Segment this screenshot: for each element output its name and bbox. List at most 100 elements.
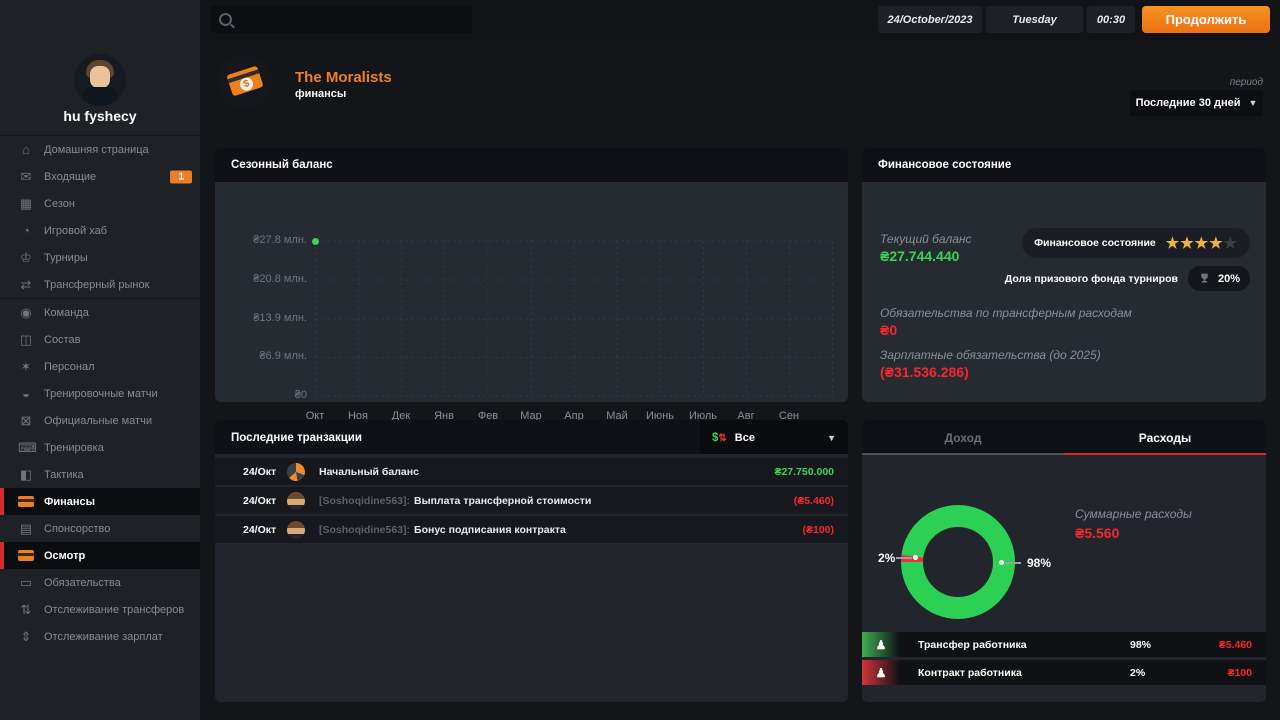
sidebar-item-label: Официальные матчи (44, 415, 152, 427)
transaction-actor: [Soshoqidine563]: (319, 495, 410, 507)
period-label: период (1063, 77, 1263, 88)
season-balance-panel: Сезонный баланс ₴27.8 млн. ₴20.8 млн. ₴1… (215, 148, 848, 402)
balance-data-point (312, 238, 319, 245)
time-text: 00:30 (1097, 14, 1125, 26)
transfer-obligations-label: Обязательства по трансферным расходам (880, 306, 1132, 320)
credit-card-icon: $ (226, 66, 263, 97)
player-avatar-icon (287, 521, 305, 539)
inbox-icon: ✉ (18, 169, 34, 185)
transfer-market-icon: ⇄ (18, 277, 34, 293)
sidebar-item-training[interactable]: ⌨Тренировка (0, 434, 200, 461)
transaction-text: Бонус подписания контракта (414, 524, 566, 536)
donut-connector-dot (913, 555, 918, 560)
finance-card-icon (18, 496, 34, 507)
time-box: 00:30 (1087, 6, 1135, 33)
period-dropdown[interactable]: Последние 30 дней ▼ (1130, 90, 1263, 116)
sidebar-item-official-matches[interactable]: ⊠ Официальные матчи (0, 407, 200, 434)
sidebar-item-season[interactable]: ▦Сезон (0, 190, 200, 217)
period-value: Последние 30 дней (1136, 97, 1241, 109)
sidebar-item-label: Спонсорство (44, 523, 110, 535)
sidebar-item-label: Команда (44, 307, 89, 319)
sidebar-item-transfer-tracking[interactable]: ⇅ Отслеживание трансферов (0, 596, 200, 623)
inbox-badge: 1 (170, 170, 192, 183)
financial-state-body: Текущий баланс ₴27.744.440 Финансовое со… (862, 182, 1266, 402)
star-icon: ★★★★ (1166, 235, 1224, 252)
sidebar-item-label: Состав (44, 334, 80, 346)
sidebar-item-inbox[interactable]: ✉Входящие1 (0, 163, 200, 190)
transaction-date: 24/Окт (243, 524, 287, 536)
tab-label: Расходы (1139, 431, 1191, 445)
continue-label: Продолжить (1166, 12, 1247, 27)
game-hub-icon: ◔ (18, 223, 34, 238)
transactions-filter-dropdown[interactable]: $⇅ Все ▼ (700, 420, 848, 456)
y-tick: ₴6.9 млн. (223, 350, 307, 362)
chevron-down-icon: ▼ (1249, 98, 1258, 108)
total-expenses-value: ₴5.560 (1075, 525, 1119, 541)
date-box: 24/October/2023 (878, 6, 982, 33)
transaction-amount: ₴27.750.000 (774, 466, 834, 478)
search-bar[interactable] (210, 6, 472, 33)
club-logo: $ (218, 55, 272, 109)
financial-state-rating: Финансовое состояние ★★★★★ (1022, 228, 1250, 258)
legend-pct: 2% (1130, 667, 1145, 679)
sidebar-item-label: Трансферный рынок (44, 279, 149, 291)
sidebar-item-label: Домашняя страница (44, 144, 149, 156)
person-icon: ♟ (876, 638, 887, 652)
sidebar-item-label: Персонал (44, 361, 95, 373)
cashflow-panel: Доход Расходы 2% 98% Суммарные расходы ₴… (862, 420, 1266, 702)
sidebar-item-training-matches[interactable]: ◒Тренировочные матчи (0, 380, 200, 407)
prize-fund-label: Доля призового фонда турниров (1005, 273, 1178, 285)
sidebar-item-overview[interactable]: Осмотр (0, 542, 200, 569)
sidebar-item-label: Отслеживание трансферов (44, 604, 184, 616)
legend-amount: ₴100 (1227, 667, 1252, 679)
transfer-tracking-icon: ⇅ (18, 602, 34, 618)
transactions-title: Последние транзакции (231, 432, 362, 444)
sidebar-item-label: Осмотр (44, 550, 85, 562)
sidebar-item-home[interactable]: ⌂Домашняя страница (0, 136, 200, 163)
trophy-icon: ♔ (18, 250, 34, 266)
transaction-text: Начальный баланс (319, 466, 419, 478)
chart-grid (313, 230, 834, 400)
panel-title: Финансовое состояние (862, 148, 1266, 182)
financial-state-panel: Финансовое состояние Текущий баланс ₴27.… (862, 148, 1266, 402)
transfer-obligations-value: ₴0 (880, 322, 897, 338)
donut-label-transfer: 98% (1027, 556, 1051, 570)
legend-label: Контракт работника (918, 667, 1022, 679)
team-icon: ◉ (18, 305, 34, 321)
sidebar-item-squad[interactable]: ◫ Состав (0, 326, 200, 353)
sidebar-item-staff[interactable]: ✶Персонал (0, 353, 200, 380)
sidebar-item-obligations[interactable]: ▭Обязательства (0, 569, 200, 596)
sidebar-item-salary-tracking[interactable]: ⇕Отслеживание зарплат (0, 623, 200, 650)
app-window: ⚙ 24/October/2023 Tuesday 00:30 Продолжи… (0, 0, 1280, 720)
season-balance-title: Сезонный баланс (231, 159, 333, 171)
sidebar-item-sponsorship[interactable]: ▤Спонсорство (0, 515, 200, 542)
worker-icon: ♟ (862, 660, 900, 685)
legend-amount: ₴5.460 (1219, 639, 1252, 651)
sidebar-item-tournaments[interactable]: ♔Турниры (0, 244, 200, 271)
sidebar-item-transfer-market[interactable]: ⇄ Трансферный рынок (0, 271, 200, 298)
sidebar-item-game-hub[interactable]: ◔Игровой хаб (0, 217, 200, 244)
sidebar-item-finances[interactable]: Финансы (0, 488, 200, 515)
chevron-down-icon: ▼ (827, 433, 836, 443)
squad-icon: ◫ (18, 332, 34, 348)
search-icon (219, 13, 232, 26)
search-input[interactable] (240, 13, 444, 27)
season-icon: ▦ (18, 196, 34, 212)
prize-fund-row: Доля призового фонда турниров 20% (1005, 266, 1250, 291)
sidebar-item-team[interactable]: ◉ Команда (0, 298, 200, 326)
tab-income[interactable]: Доход (862, 420, 1064, 455)
player-avatar-icon (287, 492, 305, 510)
sidebar-item-label: Тренировочные матчи (44, 388, 158, 400)
donut-connector (896, 557, 912, 559)
continue-button[interactable]: Продолжить (1142, 6, 1270, 33)
star-icon: ★ (1224, 235, 1238, 252)
y-tick: ₴0 (223, 389, 307, 401)
sidebar-item-tactics[interactable]: ◧Тактика (0, 461, 200, 488)
tab-expenses[interactable]: Расходы (1064, 420, 1266, 455)
transaction-row: 24/Окт [Soshoqidine563]: Выплата трансфе… (215, 487, 848, 514)
transaction-actor: [Soshoqidine563]: (319, 524, 410, 536)
pie-chart-icon (287, 463, 305, 481)
total-expenses-label: Суммарные расходы (1075, 507, 1192, 521)
trophy-icon (1198, 272, 1211, 285)
official-matches-icon: ⊠ (18, 413, 34, 429)
